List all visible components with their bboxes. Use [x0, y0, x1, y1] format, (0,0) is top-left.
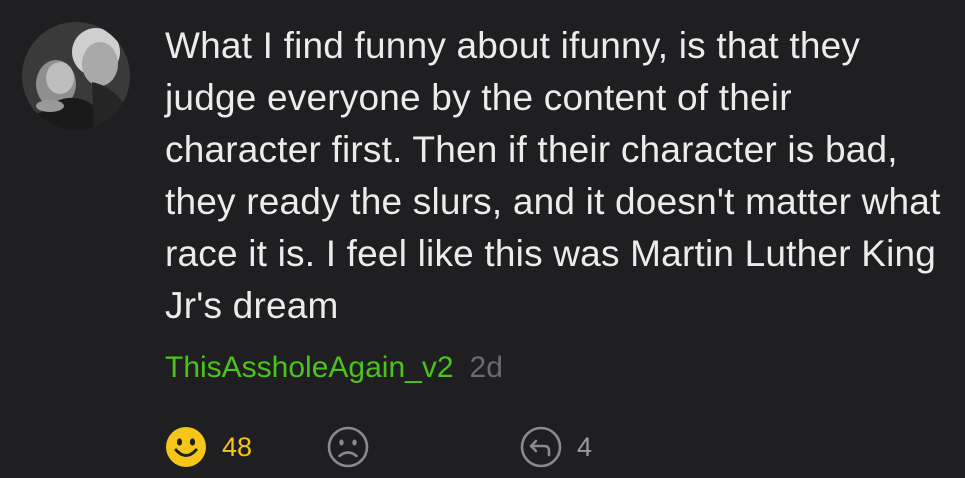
avatar-photo-icon [22, 22, 130, 130]
smiley-face-icon [166, 427, 206, 467]
reply-arrow-icon [520, 426, 562, 468]
frown-face-icon [327, 426, 369, 468]
reply-count: 4 [577, 431, 593, 462]
dislike-button[interactable] [326, 425, 370, 469]
comment-text: What I find funny about ifunny, is that … [165, 25, 941, 326]
like-count: 48 [222, 431, 253, 462]
reply-button[interactable]: 4 [519, 425, 592, 469]
comment-meta: ThisAssholeAgain_v2 2d [165, 348, 503, 388]
comment-card: What I find funny about ifunny, is that … [0, 0, 965, 478]
username-link[interactable]: ThisAssholeAgain_v2 [165, 351, 454, 384]
user-avatar[interactable] [22, 22, 130, 130]
comment-actions: 48 4 [164, 425, 664, 469]
like-button[interactable]: 48 [164, 425, 252, 469]
comment-timestamp: 2d [469, 351, 503, 384]
